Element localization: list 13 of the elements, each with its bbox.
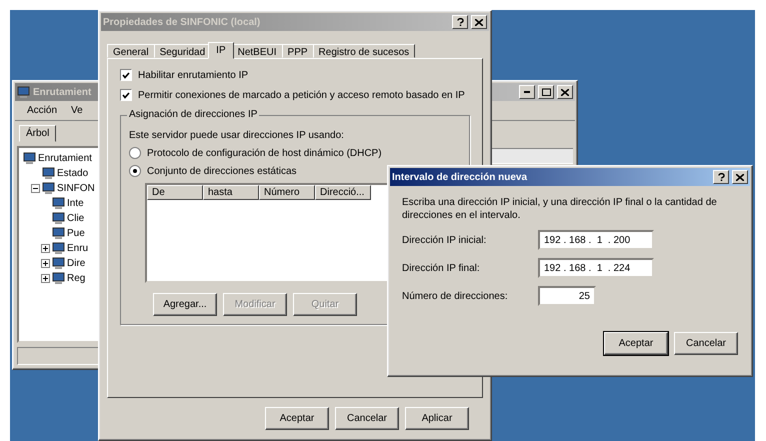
instructions: Escriba una dirección IP inicial, y una dirección IP final o la cantidad de direcciones en el intervalo.	[402, 196, 718, 222]
radio-label: Protocolo de configuración de host dinámico (DHCP)	[147, 148, 382, 158]
field-label: Dirección IP final:	[402, 262, 481, 274]
window-title: Propiedades de SINFONIC (local)	[103, 16, 260, 28]
checkbox-label: Habilitar enrutamiento IP	[138, 70, 248, 80]
window-title: Intervalo de dirección nueva	[392, 172, 528, 182]
window-title: Enrutamient	[33, 86, 92, 98]
field-label: Número de direcciones:	[402, 290, 509, 302]
radio-label: Conjunto de direcciones estáticas	[147, 166, 297, 176]
group-description: Este servidor puede usar direcciones IP usando:	[129, 130, 345, 141]
checkbox-label: Permitir conexiones de marcado a petición y acceso remoto basado en IP	[138, 90, 465, 100]
field-label: Dirección IP inicial:	[402, 234, 488, 246]
group-title: Asignación de direcciones IP	[127, 109, 260, 120]
